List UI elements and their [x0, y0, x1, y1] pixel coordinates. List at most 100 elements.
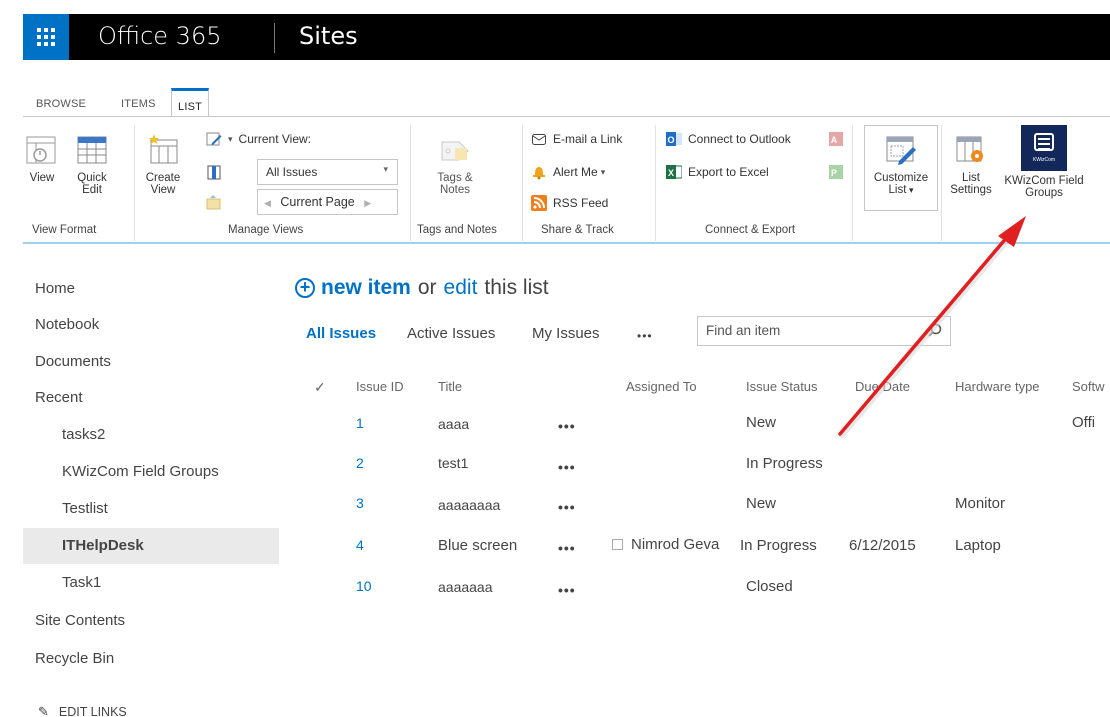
nav-item-recent[interactable]: Recent [35, 389, 83, 406]
column-header-issue-status[interactable]: Issue Status [746, 379, 818, 394]
suite-divider [274, 23, 275, 53]
connect-outlook-button[interactable]: O Connect to Outlook [666, 131, 791, 147]
create-column-icon [206, 164, 222, 180]
edit-links-label: EDIT LINKS [58, 705, 127, 717]
quick-edit-label-2: Edit [82, 184, 102, 196]
email-link-button[interactable]: E-mail a Link [531, 131, 622, 147]
ribbon-separator [655, 125, 656, 241]
row-issue-id[interactable]: 4 [356, 537, 364, 553]
current-view-label: Current View: [238, 132, 312, 146]
chevron-down-icon: ▾ [600, 166, 606, 177]
nav-item-site-contents[interactable]: Site Contents [35, 612, 125, 629]
project-button[interactable]: P [829, 164, 851, 180]
row-menu-button[interactable]: ••• [558, 418, 576, 434]
list-settings-icon [955, 134, 987, 166]
row-menu-button[interactable]: ••• [558, 540, 576, 556]
create-column-button[interactable] [206, 164, 228, 180]
row-title[interactable]: Blue screen [438, 537, 517, 554]
app-launcher-button[interactable] [23, 14, 69, 60]
list-settings-button[interactable]: List Settings [947, 134, 995, 196]
row-status: In Progress [746, 455, 823, 472]
tab-browse[interactable]: BROWSE [30, 88, 92, 117]
more-views-button[interactable]: ••• [637, 329, 653, 343]
nav-item-recycle-bin[interactable]: Recycle Bin [35, 650, 114, 667]
customize-list-button[interactable]: Customize List ▾ [864, 125, 938, 211]
row-assigned-to[interactable]: Nimrod Geva [612, 536, 719, 553]
row-assigned-name: Nimrod Geva [631, 536, 720, 553]
ribbon-tab-bar: BROWSE ITEMS LIST [23, 78, 1110, 117]
row-title[interactable]: aaaa [438, 416, 469, 432]
row-issue-id[interactable]: 1 [356, 415, 364, 431]
new-item-link[interactable]: new item [321, 276, 411, 300]
view-button[interactable]: View [23, 134, 61, 184]
app-title[interactable]: Sites [299, 22, 358, 50]
tab-list[interactable]: LIST [171, 88, 210, 117]
create-view-icon [147, 134, 179, 166]
quick-edit-icon [76, 134, 108, 166]
svg-text:P: P [831, 168, 837, 178]
nav-item-notebook[interactable]: Notebook [35, 316, 99, 333]
column-header-due-date[interactable]: Due Date [855, 379, 910, 394]
nav-item-ithelpdesk[interactable]: ITHelpDesk [62, 537, 144, 554]
brand-title[interactable]: Office 365 [98, 22, 222, 50]
row-issue-id[interactable]: 3 [356, 495, 364, 511]
modify-view-icon [206, 131, 222, 147]
column-header-title[interactable]: Title [438, 379, 462, 394]
modify-view-button[interactable]: ▾ Current View: [206, 131, 311, 147]
column-header-assigned-to[interactable]: Assigned To [626, 379, 697, 394]
current-page-pager[interactable]: ◀ Current Page ▶ [257, 189, 398, 215]
kwizcom-logo-icon: KWizCom [1021, 125, 1067, 171]
row-issue-id[interactable]: 2 [356, 455, 364, 471]
or-text: or [417, 276, 437, 299]
view-my-issues[interactable]: My Issues [532, 325, 600, 342]
ribbon-border [23, 242, 1110, 244]
search-input[interactable]: Find an item [697, 316, 951, 346]
column-header-software[interactable]: Softw [1072, 379, 1105, 394]
view-all-issues[interactable]: All Issues [306, 325, 376, 342]
select-all-checkmark-icon[interactable]: ✓ [314, 379, 326, 396]
export-excel-button[interactable]: X Export to Excel [666, 164, 769, 180]
create-view-button[interactable]: Create View [144, 134, 182, 196]
kwizcom-field-groups-button[interactable]: KWizCom KWizCom Field Groups [999, 125, 1089, 199]
group-label-share-track: Share & Track [541, 224, 614, 236]
edit-links-button[interactable]: ✎ EDIT LINKS [38, 704, 127, 717]
row-menu-button[interactable]: ••• [558, 459, 576, 475]
bell-icon [531, 164, 547, 180]
row-menu-button[interactable]: ••• [558, 582, 576, 598]
row-issue-id[interactable]: 10 [356, 578, 372, 594]
rss-feed-button[interactable]: RSS Feed [531, 195, 608, 211]
row-menu-button[interactable]: ••• [558, 499, 576, 515]
export-excel-label: Export to Excel [688, 165, 769, 179]
view-active-issues[interactable]: Active Issues [407, 325, 495, 342]
outlook-icon: O [666, 131, 682, 147]
nav-item-kwizcom-field-groups[interactable]: KWizCom Field Groups [62, 463, 219, 480]
current-view-select[interactable]: All Issues ▾ [257, 159, 398, 185]
new-item-bar: + new item or edit this list [295, 276, 549, 300]
alert-me-button[interactable]: Alert Me ▾ [531, 164, 605, 180]
quick-edit-button[interactable]: Quick Edit [68, 134, 116, 196]
ribbon: View Quick Edit View Format Create View … [23, 117, 1110, 243]
nav-item-tasks2[interactable]: tasks2 [62, 426, 105, 443]
svg-text:O: O [667, 135, 674, 145]
nav-item-home[interactable]: Home [35, 280, 75, 297]
nav-item-task1[interactable]: Task1 [62, 574, 101, 591]
chevron-right-icon: ▶ [364, 198, 372, 208]
column-header-issue-id[interactable]: Issue ID [356, 379, 404, 394]
plus-circle-icon[interactable]: + [295, 278, 315, 298]
kwizcom-label-2: Groups [1025, 187, 1063, 199]
tab-items[interactable]: ITEMS [115, 88, 162, 117]
edit-list-link[interactable]: edit [444, 276, 478, 300]
navigate-up-button[interactable] [206, 194, 228, 210]
access-button[interactable]: A [829, 131, 851, 147]
search-icon[interactable] [928, 323, 942, 340]
column-header-hardware-type[interactable]: Hardware type [955, 379, 1040, 394]
row-title[interactable]: test1 [438, 455, 468, 471]
row-title[interactable]: aaaaaaaa [438, 497, 500, 513]
nav-item-testlist[interactable]: Testlist [62, 500, 108, 517]
row-title[interactable]: aaaaaaa [438, 579, 493, 595]
row-software: Offi [1072, 414, 1096, 431]
quick-edit-label-1: Quick [77, 172, 107, 184]
customize-list-label-2-text: List [888, 184, 907, 196]
tags-notes-button[interactable]: Tags & Notes [427, 134, 483, 196]
nav-item-documents[interactable]: Documents [35, 353, 111, 370]
